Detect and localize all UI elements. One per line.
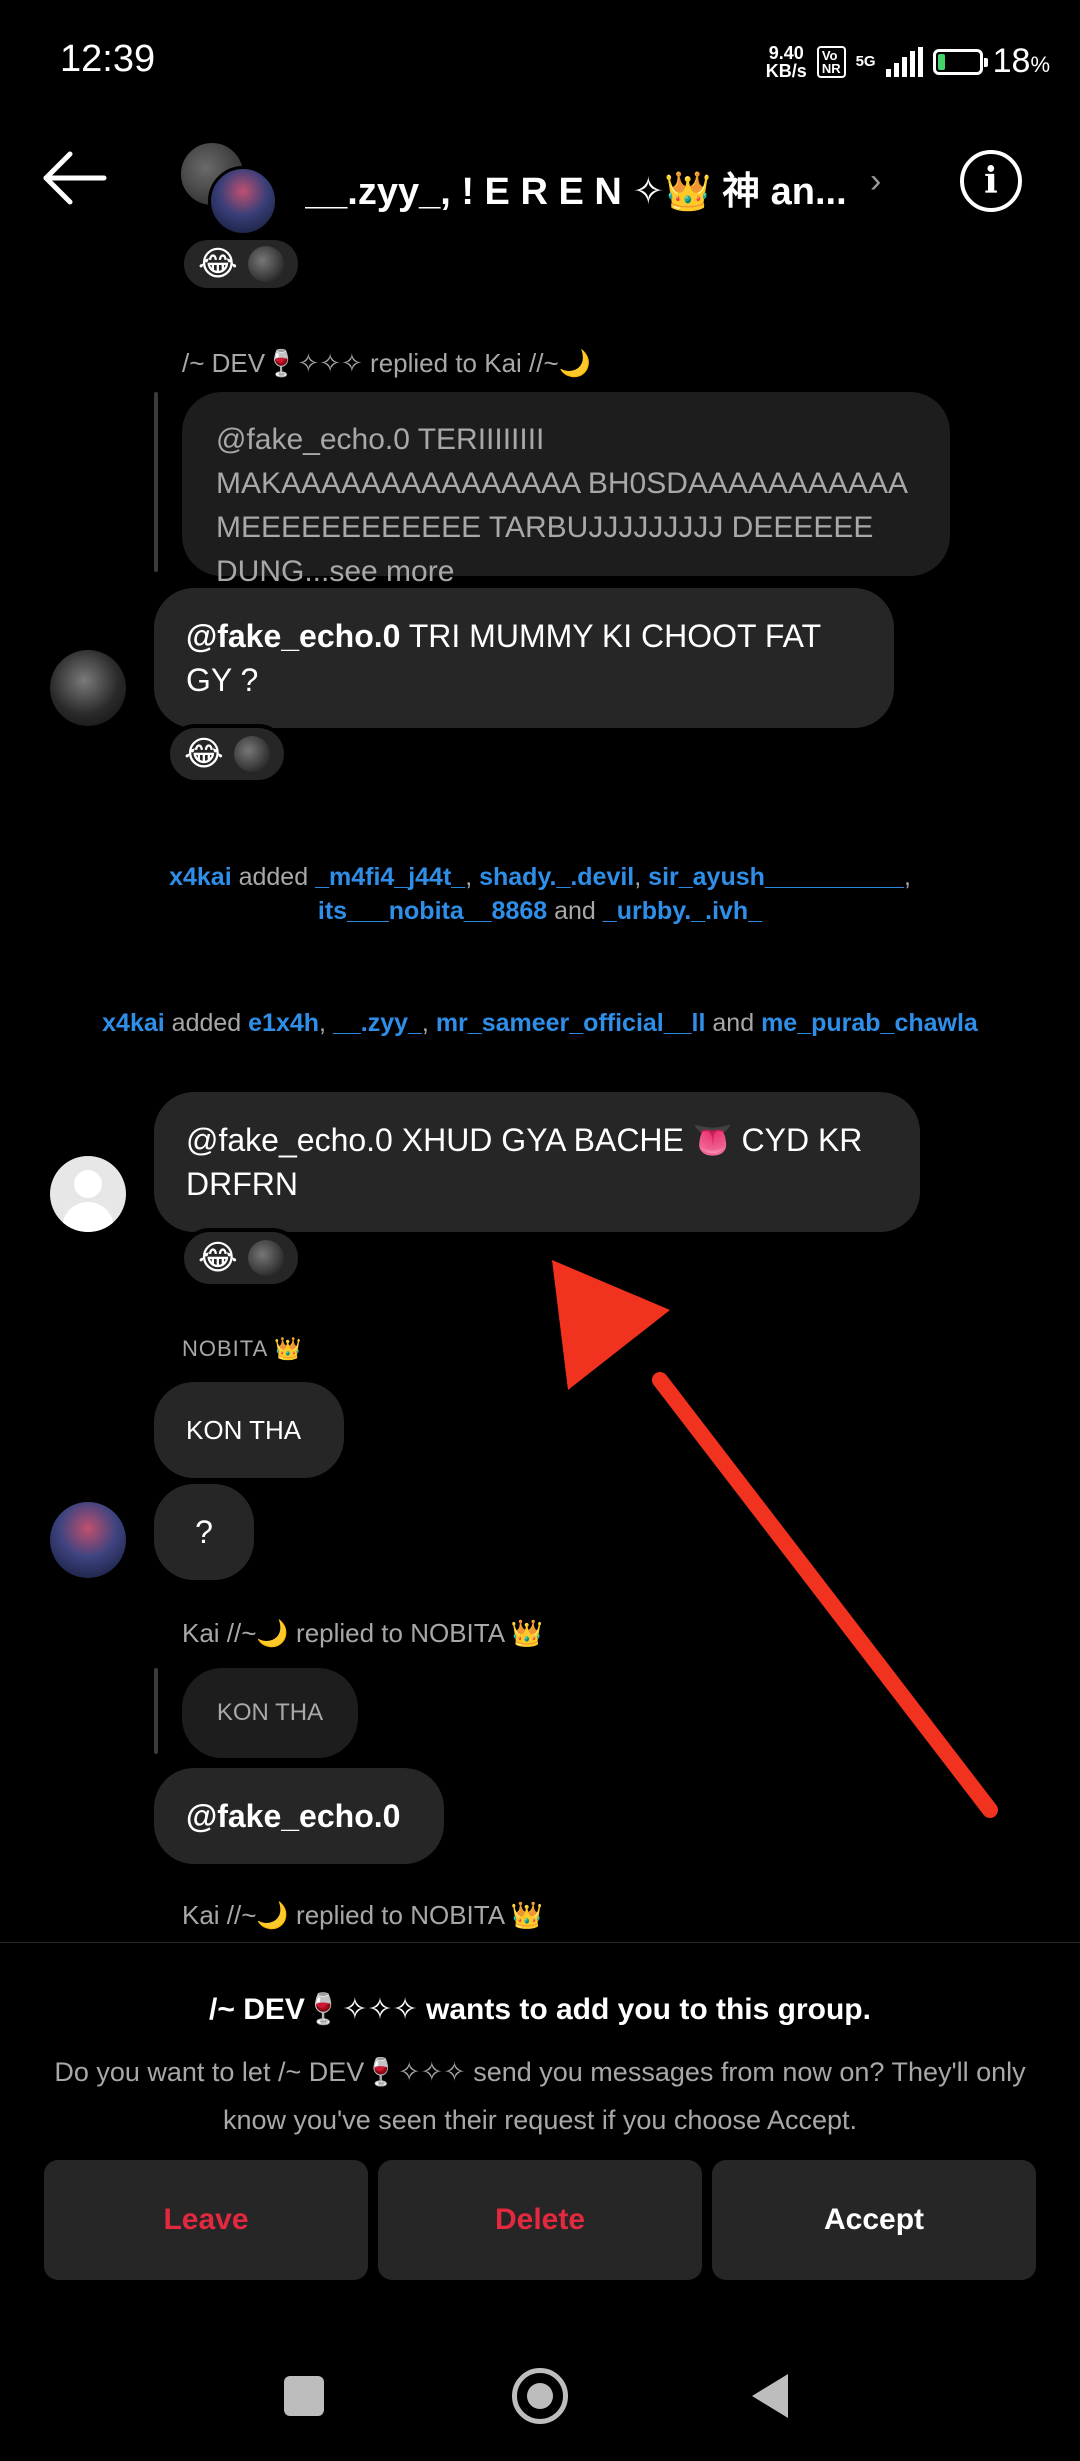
- request-description: Do you want to let /~ DEV🍷✧✧✧ send you m…: [54, 2057, 1026, 2135]
- username-link[interactable]: x4kai: [102, 1009, 165, 1037]
- info-button[interactable]: i: [960, 150, 1022, 212]
- vonr-top: Vo: [821, 47, 838, 63]
- system-verb: added: [171, 1009, 242, 1037]
- leave-button[interactable]: Leave: [44, 2160, 368, 2280]
- request-title: /~ DEV🍷✧✧✧ wants to add you to this grou…: [209, 1993, 871, 2026]
- message-bubble-4[interactable]: ?: [154, 1484, 254, 1580]
- sender-name-nobita: NOBITA 👑: [182, 1336, 303, 1361]
- reply-label-2: Kai //~🌙 replied to NOBITA 👑: [182, 1618, 544, 1648]
- network-type-icon: 5G: [855, 52, 876, 70]
- status-icons: 9.40 KB/s Vo NR 5G 18%: [766, 42, 1050, 81]
- vonr-icon: Vo NR: [816, 45, 846, 78]
- reaction-2[interactable]: 😂: [180, 1228, 302, 1288]
- system-and: and: [554, 897, 596, 925]
- delete-button[interactable]: Delete: [378, 2160, 702, 2280]
- sender-avatar-dev[interactable]: [50, 650, 126, 726]
- chevron-right-icon[interactable]: ›: [870, 162, 881, 201]
- reply-label-1: /~ DEV🍷✧✧✧ replied to Kai //~🌙: [182, 348, 592, 378]
- group-avatar-front: [208, 166, 278, 236]
- username-link[interactable]: _m4fi4_j44t_: [315, 863, 465, 891]
- quoted-message-2[interactable]: KON THA: [182, 1668, 358, 1758]
- battery-icon: [932, 48, 988, 75]
- battery-fill: [937, 53, 945, 70]
- mention[interactable]: @fake_echo.0: [186, 618, 400, 654]
- message-bubble-5[interactable]: @fake_echo.0: [154, 1768, 444, 1864]
- username-link[interactable]: _urbby._.ivh_: [603, 897, 762, 925]
- username-link[interactable]: me_purab_chawla: [761, 1009, 978, 1037]
- quoted-message-1[interactable]: @fake_echo.0 TERIIIIIIII MAKAAAAAAAAAAAA…: [182, 392, 950, 588]
- sender-avatar-default[interactable]: [50, 1156, 126, 1232]
- accept-button[interactable]: Accept: [712, 2160, 1036, 2280]
- reply-label-3: Kai //~🌙 replied to NOBITA 👑: [182, 1900, 544, 1930]
- system-and: and: [712, 1009, 755, 1037]
- username-link[interactable]: its___nobita__8868: [318, 897, 547, 925]
- username-link[interactable]: sir_ayush__________: [648, 863, 904, 891]
- message-bubble-3[interactable]: KON THA: [154, 1382, 344, 1478]
- message-bubble-2[interactable]: @fake_echo.0 XHUD GYA BACHE 👅 CYD KR DRF…: [154, 1092, 920, 1232]
- system-message-2: x4kai added e1x4h, __.zyy_, mr_sameer_of…: [102, 1009, 978, 1037]
- sender-avatar-nobita[interactable]: [50, 1502, 126, 1578]
- speed-value: 9.40: [768, 42, 804, 63]
- username-link[interactable]: __.zyy_: [333, 1009, 422, 1037]
- quote-bar: [154, 1668, 158, 1754]
- nav-back-button[interactable]: [752, 2374, 788, 2418]
- vonr-bottom: NR: [821, 60, 841, 76]
- battery-percent: 18%: [992, 42, 1050, 80]
- reaction-1[interactable]: 😂: [166, 724, 288, 784]
- annotation-arrow-icon: [552, 1260, 998, 1818]
- username-link[interactable]: x4kai: [169, 863, 232, 891]
- reaction-emoji: 😂: [198, 1239, 238, 1277]
- reaction-emoji: 😂: [198, 245, 238, 283]
- username-link[interactable]: mr_sameer_official__ll: [436, 1009, 706, 1037]
- reaction-avatar: [247, 1240, 284, 1276]
- reaction-avatar: [247, 246, 284, 282]
- reaction-avatar: [233, 736, 270, 772]
- status-time: 12:39: [60, 38, 156, 80]
- group-title[interactable]: __.zyy_, ! E R E N ✧👑 神 an...: [305, 160, 845, 215]
- system-verb: added: [238, 863, 309, 891]
- network-speed: 9.40 KB/s: [766, 44, 807, 80]
- signal-icon: [885, 46, 923, 77]
- group-avatar[interactable]: [178, 140, 278, 236]
- system-message-1: x4kai added _m4fi4_j44t_, shady._.devil,…: [169, 863, 911, 925]
- recent-apps-button[interactable]: [284, 2376, 324, 2416]
- username-link[interactable]: e1x4h: [248, 1009, 319, 1037]
- message-bubble-1[interactable]: @fake_echo.0 TRI MUMMY KI CHOOT FAT GY ?: [154, 588, 894, 728]
- username-link[interactable]: shady._.devil: [479, 863, 634, 891]
- reaction-emoji: 😂: [184, 735, 224, 773]
- home-button[interactable]: [512, 2368, 568, 2424]
- quote-bar: [154, 392, 158, 572]
- reaction-top[interactable]: 😂: [180, 236, 302, 292]
- arrow-left-icon: [43, 151, 107, 205]
- speed-unit: KB/s: [765, 60, 807, 81]
- back-button[interactable]: [40, 148, 110, 208]
